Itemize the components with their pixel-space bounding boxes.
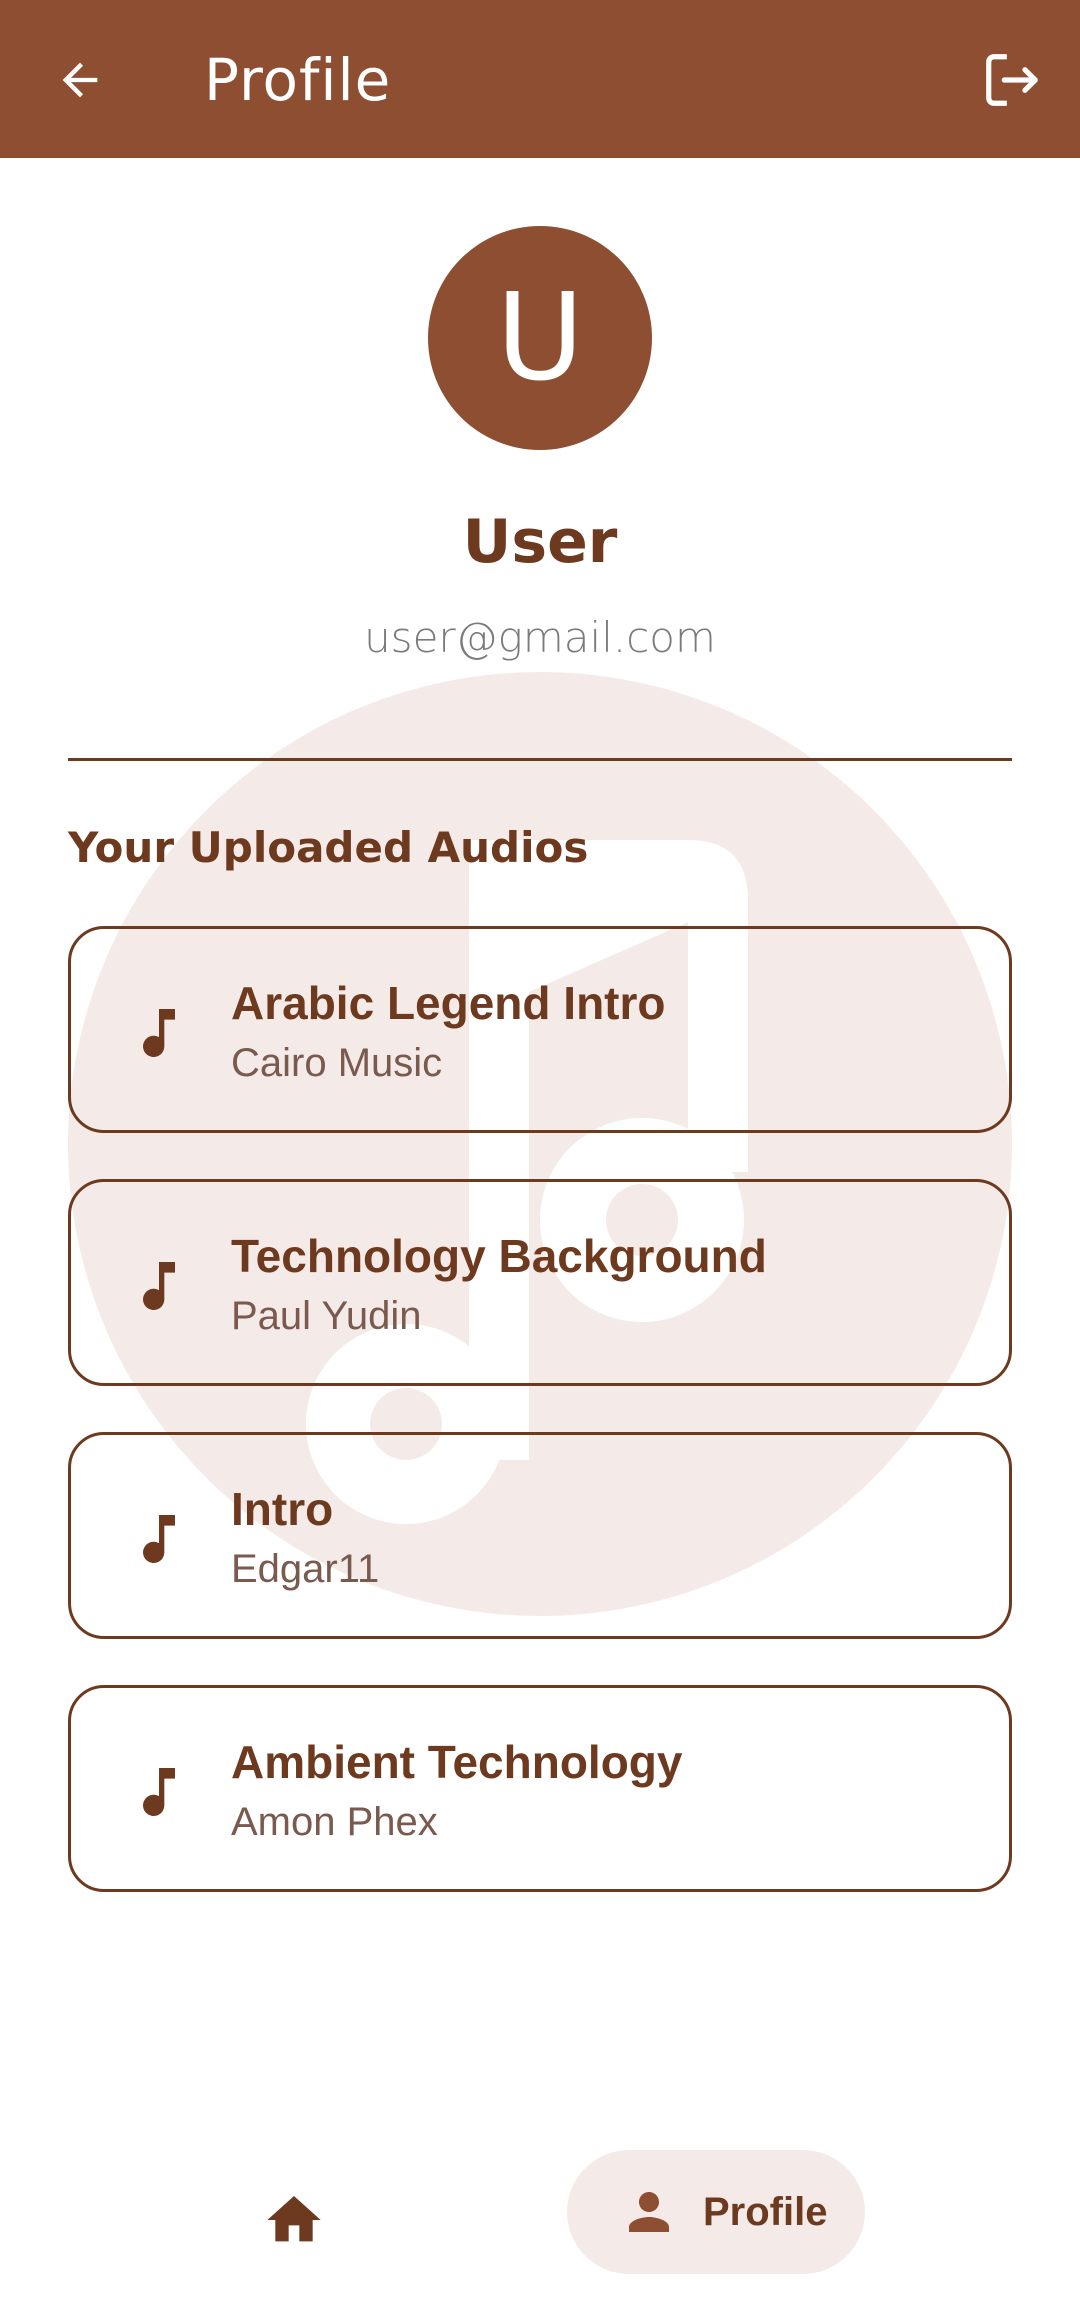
- audio-card[interactable]: Ambient Technology Amon Phex: [68, 1685, 1012, 1892]
- arrow-back-icon: [62, 62, 98, 98]
- person-icon: [629, 2192, 669, 2232]
- audio-artist: Cairo Music: [231, 1041, 443, 1085]
- nav-profile-button[interactable]: Profile: [567, 2150, 865, 2274]
- bottom-navigation: Profile: [0, 2130, 1080, 2297]
- audio-artist: Edgar11: [231, 1547, 380, 1591]
- back-button[interactable]: [40, 40, 120, 120]
- user-name: User: [462, 507, 618, 577]
- uploaded-audios-heading: Your Uploaded Audios: [68, 823, 589, 872]
- audio-title: Arabic Legend Intro: [231, 977, 666, 1029]
- audio-card[interactable]: Intro Edgar11: [68, 1432, 1012, 1639]
- audio-title: Ambient Technology: [231, 1736, 683, 1788]
- uploaded-audio-list: Arabic Legend Intro Cairo Music Technolo…: [68, 926, 1012, 1938]
- audio-title: Technology Background: [231, 1230, 767, 1282]
- logout-button[interactable]: [972, 40, 1052, 120]
- audio-card[interactable]: Arabic Legend Intro Cairo Music: [68, 926, 1012, 1133]
- home-icon: [267, 2196, 321, 2242]
- avatar-letter: U: [496, 268, 584, 408]
- music-note-icon: [143, 1768, 175, 1817]
- audio-title: Intro: [231, 1483, 334, 1535]
- top-app-bar: Profile: [0, 0, 1080, 158]
- page-title: Profile: [204, 46, 392, 114]
- user-email: user@gmail.com: [364, 613, 716, 662]
- music-note-icon: [143, 1515, 175, 1564]
- divider: [68, 758, 1012, 761]
- music-note-icon: [143, 1262, 175, 1311]
- nav-home-button[interactable]: [252, 2180, 336, 2260]
- audio-artist: Paul Yudin: [231, 1294, 422, 1338]
- nav-profile-label: Profile: [703, 2190, 828, 2234]
- avatar: U: [428, 226, 652, 450]
- music-note-icon: [143, 1009, 175, 1058]
- audio-artist: Amon Phex: [231, 1800, 438, 1844]
- logout-icon: [986, 54, 1038, 106]
- audio-card[interactable]: Technology Background Paul Yudin: [68, 1179, 1012, 1386]
